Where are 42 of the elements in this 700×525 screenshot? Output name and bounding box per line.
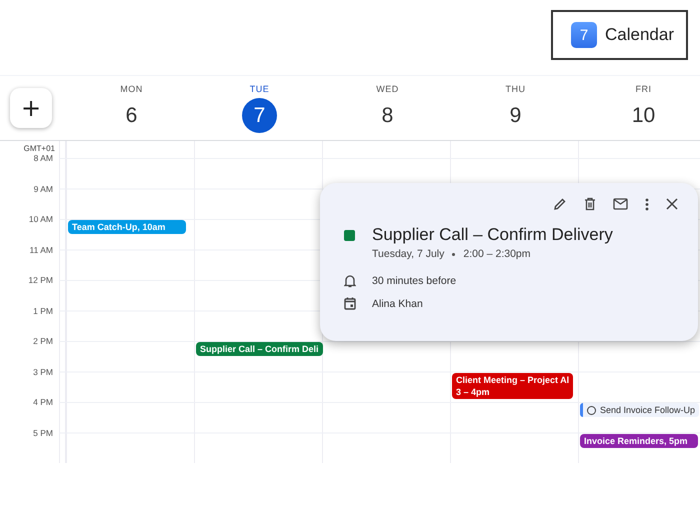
more-icon[interactable] (645, 198, 649, 210)
weekday-label: WED (376, 84, 399, 94)
weekday-label: THU (506, 84, 526, 94)
app-name: Calendar (605, 25, 674, 45)
date-number[interactable]: 9 (498, 98, 533, 133)
date-number[interactable]: 7 (242, 98, 277, 133)
edit-icon[interactable] (553, 197, 567, 211)
task-chip[interactable]: Send Invoice Follow-Up (580, 403, 700, 417)
weekday-label: TUE (250, 84, 270, 94)
hour-label: 10 AM (28, 214, 53, 224)
timezone-label: GMT+01 (24, 144, 55, 153)
weekday-label: MON (120, 84, 143, 94)
date-number[interactable]: 8 (370, 98, 405, 133)
detail-text: Alina Khan (372, 298, 423, 310)
separator-dot-icon (452, 252, 456, 256)
hour-label: 8 AM (34, 153, 53, 163)
close-icon[interactable] (666, 198, 678, 210)
delete-icon[interactable] (584, 197, 596, 211)
mail-icon[interactable] (613, 198, 628, 210)
hour-label: 5 PM (33, 428, 53, 438)
date-number[interactable]: 10 (626, 98, 661, 133)
hour-label: 12 PM (28, 275, 53, 285)
weekday-label: FRI (636, 84, 652, 94)
detail-text: 30 minutes before (372, 275, 456, 287)
task-circle-icon[interactable] (587, 406, 596, 414)
calendar-icon (344, 297, 356, 310)
hour-label: 1 PM (33, 306, 53, 316)
event-title: Supplier Call – Confirm Delivery (372, 225, 613, 245)
hour-label: 11 AM (30, 244, 53, 254)
event-chip[interactable]: Supplier Call – Confirm Deli (196, 342, 323, 356)
hour-label: 9 AM (34, 184, 53, 194)
event-date: Tuesday, 7 July (372, 248, 444, 260)
event-time: 2:00 – 2:30pm (463, 248, 531, 260)
event-chip[interactable]: Client Meeting – Project Al 3 – 4pm (452, 372, 574, 398)
hour-label: 3 PM (33, 366, 53, 376)
hour-label: 4 PM (33, 397, 53, 407)
calendar-app-icon: 7 (571, 22, 597, 48)
create-button[interactable]: + (10, 88, 52, 128)
event-chip[interactable]: Invoice Reminders, 5pm (580, 434, 698, 448)
hour-label: 2 PM (33, 336, 53, 346)
date-number[interactable]: 6 (114, 98, 149, 133)
bell-icon (344, 274, 356, 288)
